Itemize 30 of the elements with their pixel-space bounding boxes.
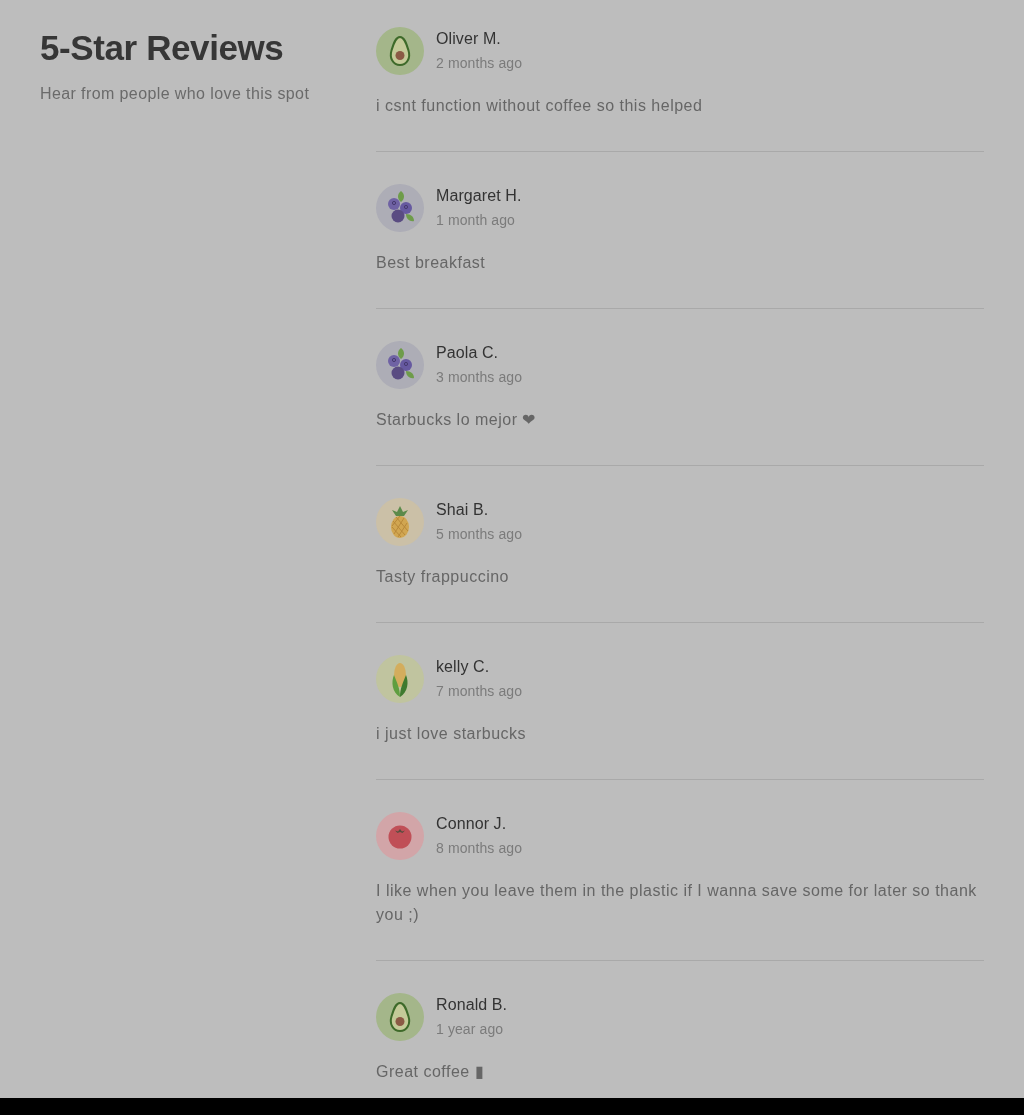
reviewer-name: kelly C. bbox=[436, 657, 491, 677]
reviewer-name: Shai B. bbox=[436, 500, 490, 520]
corn-icon bbox=[376, 655, 424, 703]
avocado-icon bbox=[376, 993, 424, 1041]
review-time: 1 year ago bbox=[436, 1020, 505, 1039]
review-time: 1 month ago bbox=[436, 211, 516, 230]
reviewer-name: Margaret H. bbox=[436, 186, 522, 206]
blueberries-icon bbox=[376, 184, 424, 232]
review-time: 3 months ago bbox=[436, 368, 523, 387]
pineapple-icon bbox=[376, 498, 424, 546]
reviewer-name: Connor J. bbox=[436, 814, 508, 834]
review-time: 2 months ago bbox=[436, 54, 523, 73]
reviewer-name: Oliver M. bbox=[436, 29, 502, 49]
review-text: i csnt function without coffee so this helped bbox=[376, 96, 704, 116]
page-title: 5-Star Reviews bbox=[40, 27, 285, 69]
reviewer-name: Paola C. bbox=[436, 343, 500, 363]
review-time: 5 months ago bbox=[436, 525, 523, 544]
review-text: Starbucks lo mejor ❤ bbox=[376, 410, 537, 430]
tomato-icon bbox=[376, 812, 424, 860]
review-time: 7 months ago bbox=[436, 682, 523, 701]
review-text: I like when you leave them in the plastic if I wanna save some for later so thank you ;) bbox=[376, 881, 978, 925]
avocado-icon bbox=[376, 27, 424, 75]
review-text: Tasty frappuccino bbox=[376, 567, 510, 587]
review-text: i just love starbucks bbox=[376, 724, 528, 744]
review-text: Great coffee ▮ bbox=[376, 1062, 486, 1082]
reviewer-name: Ronald B. bbox=[436, 995, 508, 1015]
review-text: Best breakfast bbox=[376, 253, 487, 273]
blueberries-icon bbox=[376, 341, 424, 389]
page-subtitle: Hear from people who love this spot bbox=[40, 84, 311, 104]
review-time: 8 months ago bbox=[436, 839, 523, 858]
